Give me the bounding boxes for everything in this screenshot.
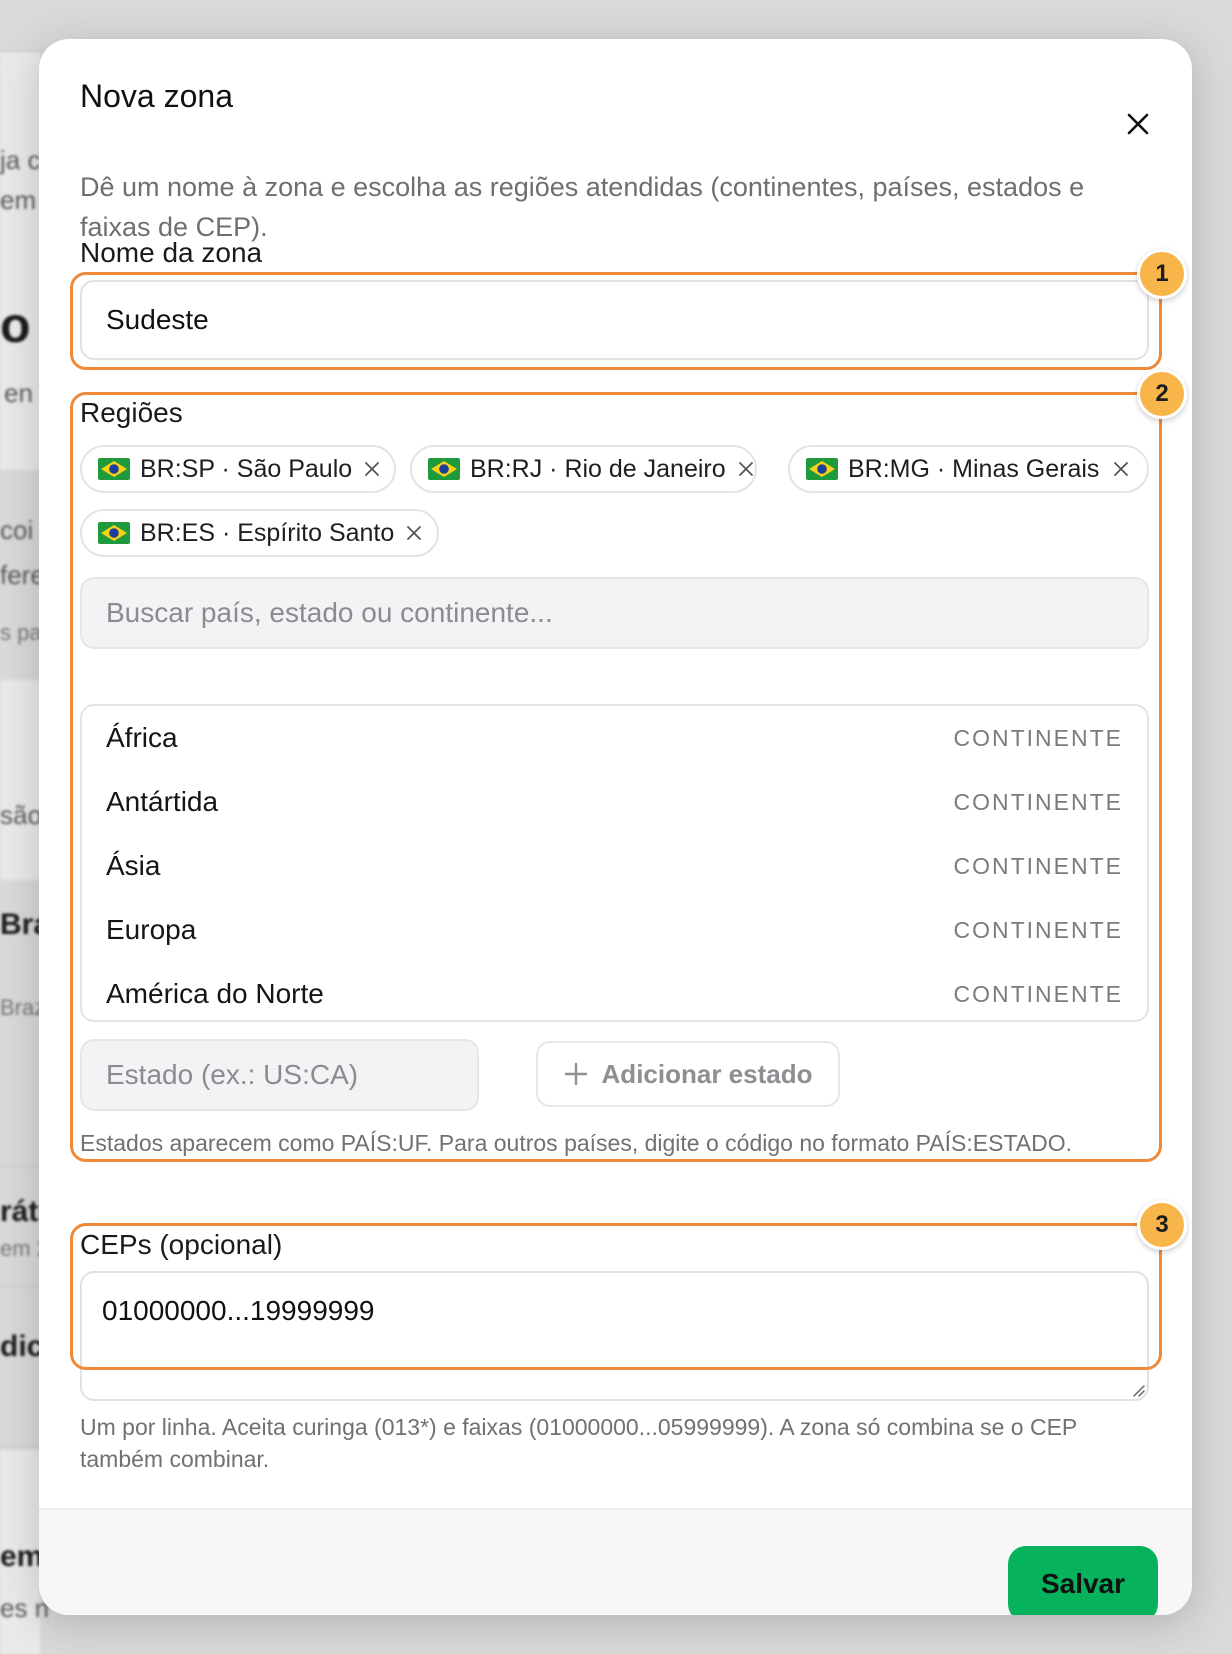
region-search-input[interactable] [80,577,1149,649]
bg-text: são [0,800,42,830]
list-item-type: CONTINENTE [953,724,1123,751]
list-item-type: CONTINENTE [953,852,1123,879]
brazil-flag-icon [428,458,460,480]
list-item-name: Europa [106,914,197,945]
close-icon [1114,462,1129,476]
annotation-badge-1: 1 [1137,249,1187,299]
bg-text: ja c [0,145,41,175]
region-chip-label: BR:RJ · Rio de Janeiro [470,454,726,483]
bg-text: s pa [0,620,42,645]
save-button[interactable]: Salvar [1008,1546,1158,1615]
region-chip: BR:SP · São Paulo [80,445,396,493]
state-code-input[interactable] [80,1039,479,1111]
dialog-title: Nova zona [80,78,233,114]
close-icon [1127,113,1149,135]
annotation-badge-2: 2 [1137,369,1187,419]
list-item-name: Ásia [106,850,161,881]
bg-text: o [0,297,31,353]
regions-label: Regiões [80,397,183,428]
bg-panel [0,680,40,880]
list-item-type: CONTINENTE [953,916,1123,943]
plus-icon [564,1062,588,1086]
close-button[interactable] [1121,107,1155,141]
annotation-badge-3: 3 [1137,1200,1187,1250]
region-chip-label: BR:MG · Minas Gerais [848,454,1100,483]
list-item-type: CONTINENTE [953,980,1123,1007]
ceps-label: CEPs (opcional) [80,1229,283,1260]
list-item[interactable]: Europa CONTINENTE [82,898,1147,962]
ceps-textarea[interactable]: 01000000...19999999 [80,1271,1149,1401]
list-item[interactable]: América do Norte CONTINENTE [82,962,1147,1020]
region-chip: BR:MG · Minas Gerais [788,445,1149,493]
close-icon [365,462,380,476]
list-item[interactable]: Ásia CONTINENTE [82,834,1147,898]
bg-text: coi [0,515,34,545]
remove-chip-button[interactable] [1111,458,1131,480]
list-item-name: América do Norte [106,978,324,1009]
list-item[interactable]: Antártida CONTINENTE [82,770,1147,834]
list-item-type: CONTINENTE [953,788,1123,815]
bg-text: em [0,185,37,215]
close-icon [407,526,422,540]
region-chip: BR:ES · Espírito Santo [80,509,439,557]
new-zone-dialog: Nova zona Dê um nome à zona e escolha as… [39,39,1192,1615]
brazil-flag-icon [98,522,130,544]
regions-hint: Estados aparecem como PAÍS:UF. Para outr… [80,1130,1073,1156]
region-chip-label: BR:SP · São Paulo [140,454,353,483]
close-icon [738,462,753,476]
dialog-description: Dê um nome à zona e escolha as regiões a… [80,172,1085,242]
remove-chip-button[interactable] [364,458,380,480]
remove-chip-button[interactable] [406,522,422,544]
dialog-footer: Salvar [39,1508,1192,1615]
bg-text: em [0,1540,44,1573]
region-chip-label: BR:ES · Espírito Santo [140,518,395,547]
zone-name-label: Nome da zona [80,237,263,268]
list-item-name: Antártida [106,786,219,817]
region-results-list: África CONTINENTE Antártida CONTINENTE Á… [80,704,1149,1022]
zone-name-input[interactable] [80,280,1149,360]
list-item-name: África [106,722,178,753]
brazil-flag-icon [806,458,838,480]
brazil-flag-icon [98,458,130,480]
add-state-button[interactable]: Adicionar estado [536,1041,840,1107]
add-state-label: Adicionar estado [601,1058,813,1089]
region-chip: BR:RJ · Rio de Janeiro [410,445,757,493]
ceps-hint: Um por linha. Aceita curinga (013*) e fa… [80,1414,1077,1472]
list-item[interactable]: África CONTINENTE [82,706,1147,770]
bg-text: en [4,378,33,408]
remove-chip-button[interactable] [738,458,754,480]
resize-handle-icon[interactable] [1131,1383,1145,1397]
